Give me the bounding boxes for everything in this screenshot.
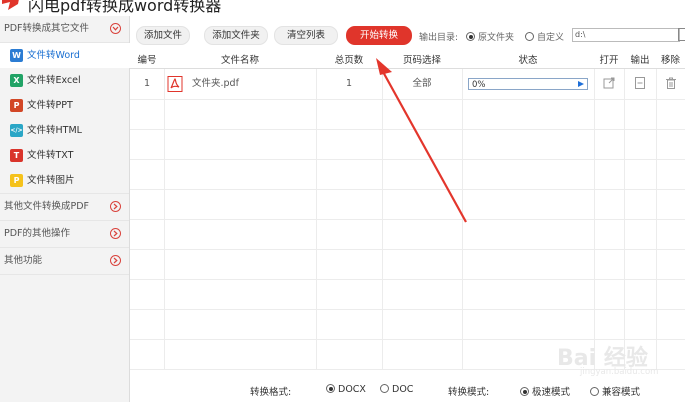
sidebar-item-to-image[interactable]: P 文件转图片 bbox=[0, 168, 129, 193]
col-page-select: 页码选择 bbox=[402, 55, 441, 66]
sidebar-group-label: 其他文件转换成PDF bbox=[4, 201, 90, 212]
ppt-file-icon: P bbox=[10, 99, 23, 112]
output-original-label: 原文件夹 bbox=[478, 33, 515, 43]
grid-line bbox=[130, 219, 685, 220]
image-file-icon: P bbox=[10, 174, 23, 187]
radio-unchecked-icon[interactable] bbox=[380, 384, 389, 393]
grid-line bbox=[130, 279, 685, 280]
radio-unchecked-icon[interactable] bbox=[590, 387, 599, 396]
toolbar: 添加文件 添加文件夹 清空列表 开始转换 输出目录: 原文件夹 自定义 d:\ bbox=[130, 22, 685, 48]
sidebar-item-to-word[interactable]: W 文件转Word bbox=[0, 43, 130, 68]
row-index: 1 bbox=[143, 78, 151, 89]
row-filename: 文件夹.pdf bbox=[192, 78, 239, 89]
format-label: 转换格式: bbox=[250, 387, 292, 398]
sidebar-item-label: 文件转HTML bbox=[27, 125, 82, 136]
mode-fast-option[interactable]: 极速模式 bbox=[520, 384, 570, 398]
grid-line bbox=[130, 189, 685, 190]
col-open: 打开 bbox=[599, 55, 619, 66]
sidebar-item-label: 文件转Excel bbox=[27, 75, 81, 86]
output-original-option[interactable]: 原文件夹 bbox=[466, 30, 514, 43]
file-table: 编号 文件名称 总页数 页码选择 状态 打开 输出 移除 1 文件夹.pdf 1… bbox=[130, 54, 685, 370]
grid-line bbox=[130, 309, 685, 310]
circle-chevron-right-icon bbox=[110, 201, 121, 212]
grid-line bbox=[130, 159, 685, 160]
radio-checked-icon[interactable] bbox=[466, 32, 475, 41]
sidebar-group-label: PDF的其他操作 bbox=[4, 228, 71, 239]
trash-icon[interactable] bbox=[665, 77, 677, 89]
output-custom-label: 自定义 bbox=[537, 33, 565, 43]
radio-checked-icon[interactable] bbox=[326, 384, 335, 393]
play-icon[interactable] bbox=[578, 81, 584, 87]
radio-checked-icon[interactable] bbox=[520, 387, 529, 396]
circle-chevron-right-icon bbox=[110, 228, 121, 239]
sidebar-item-label: 文件转图片 bbox=[27, 175, 75, 186]
pdf-file-icon bbox=[167, 76, 183, 92]
sidebar-item-to-txt[interactable]: T 文件转TXT bbox=[0, 143, 129, 168]
sidebar: PDF转换成其它文件 W 文件转Word X 文件转Excel P 文件转PPT </… bbox=[0, 16, 130, 402]
output-path-input[interactable]: d:\ bbox=[572, 28, 680, 42]
sidebar-item-to-ppt[interactable]: P 文件转PPT bbox=[0, 93, 129, 118]
txt-file-icon: T bbox=[10, 149, 23, 162]
progress-text: 0% bbox=[472, 80, 486, 90]
grid-line bbox=[130, 99, 685, 100]
format-doc-label: DOC bbox=[392, 384, 414, 395]
add-folder-button[interactable]: 添加文件夹 bbox=[204, 26, 268, 45]
sidebar-group-other-to-pdf[interactable]: 其他文件转换成PDF bbox=[0, 193, 129, 221]
output-custom-option[interactable]: 自定义 bbox=[525, 30, 564, 43]
start-convert-button[interactable]: 开始转换 bbox=[346, 26, 412, 45]
col-index: 编号 bbox=[137, 55, 157, 66]
output-icon[interactable] bbox=[634, 77, 646, 89]
watermark-url: jingyan.baidu.com bbox=[580, 367, 659, 377]
format-doc-option[interactable]: DOC bbox=[380, 384, 413, 395]
row-page-select[interactable]: 全部 bbox=[382, 70, 462, 98]
sidebar-section-title: PDF转换成其它文件 bbox=[4, 23, 90, 34]
sidebar-group-label: 其他功能 bbox=[4, 255, 43, 266]
app-logo-icon bbox=[2, 0, 19, 10]
sidebar-item-label: 文件转Word bbox=[27, 50, 80, 61]
title-bar: 闪电pdf转换成word转换器 bbox=[0, 0, 685, 16]
mode-label: 转换模式: bbox=[448, 387, 490, 398]
folder-browse-icon[interactable] bbox=[678, 28, 685, 41]
col-filename: 文件名称 bbox=[220, 55, 259, 66]
open-external-icon[interactable] bbox=[603, 77, 615, 89]
clear-list-button[interactable]: 清空列表 bbox=[274, 26, 338, 45]
sidebar-section-pdf-to-other[interactable]: PDF转换成其它文件 bbox=[0, 16, 129, 43]
circle-chevron-right-icon bbox=[110, 255, 121, 266]
radio-unchecked-icon[interactable] bbox=[525, 32, 534, 41]
sidebar-group-other-functions[interactable]: 其他功能 bbox=[0, 248, 129, 275]
excel-file-icon: X bbox=[10, 74, 23, 87]
row-total-pages: 1 bbox=[345, 78, 353, 89]
col-status: 状态 bbox=[518, 55, 538, 66]
add-file-button[interactable]: 添加文件 bbox=[136, 26, 190, 45]
sidebar-group-pdf-other-ops[interactable]: PDF的其他操作 bbox=[0, 221, 129, 248]
mode-fast-label: 极速模式 bbox=[532, 387, 571, 398]
sidebar-item-to-html[interactable]: </> 文件转HTML bbox=[0, 118, 129, 143]
output-dir-label: 输出目录: bbox=[419, 33, 459, 43]
sidebar-item-to-excel[interactable]: X 文件转Excel bbox=[0, 68, 129, 93]
format-docx-option[interactable]: DOCX bbox=[326, 384, 366, 395]
grid-line bbox=[130, 249, 685, 250]
mode-compat-label: 兼容模式 bbox=[602, 387, 641, 398]
format-docx-label: DOCX bbox=[338, 384, 366, 395]
html-file-icon: </> bbox=[10, 124, 23, 137]
col-remove: 移除 bbox=[660, 55, 680, 66]
table-header: 编号 文件名称 总页数 页码选择 状态 打开 输出 移除 bbox=[130, 54, 685, 69]
footer: 转换格式: DOCX DOC 转换模式: 极速模式 兼容模式 bbox=[130, 378, 685, 402]
sidebar-item-label: 文件转TXT bbox=[27, 150, 74, 161]
word-file-icon: W bbox=[10, 49, 23, 62]
grid-line bbox=[130, 129, 685, 130]
col-output: 输出 bbox=[630, 55, 650, 66]
mode-compat-option[interactable]: 兼容模式 bbox=[590, 384, 640, 398]
circle-chevron-down-icon bbox=[110, 23, 121, 34]
row-progress-bar: 0% bbox=[468, 78, 588, 90]
app-title: 闪电pdf转换成word转换器 bbox=[28, 0, 222, 15]
col-total-pages: 总页数 bbox=[334, 55, 364, 66]
sidebar-item-label: 文件转PPT bbox=[27, 100, 73, 111]
